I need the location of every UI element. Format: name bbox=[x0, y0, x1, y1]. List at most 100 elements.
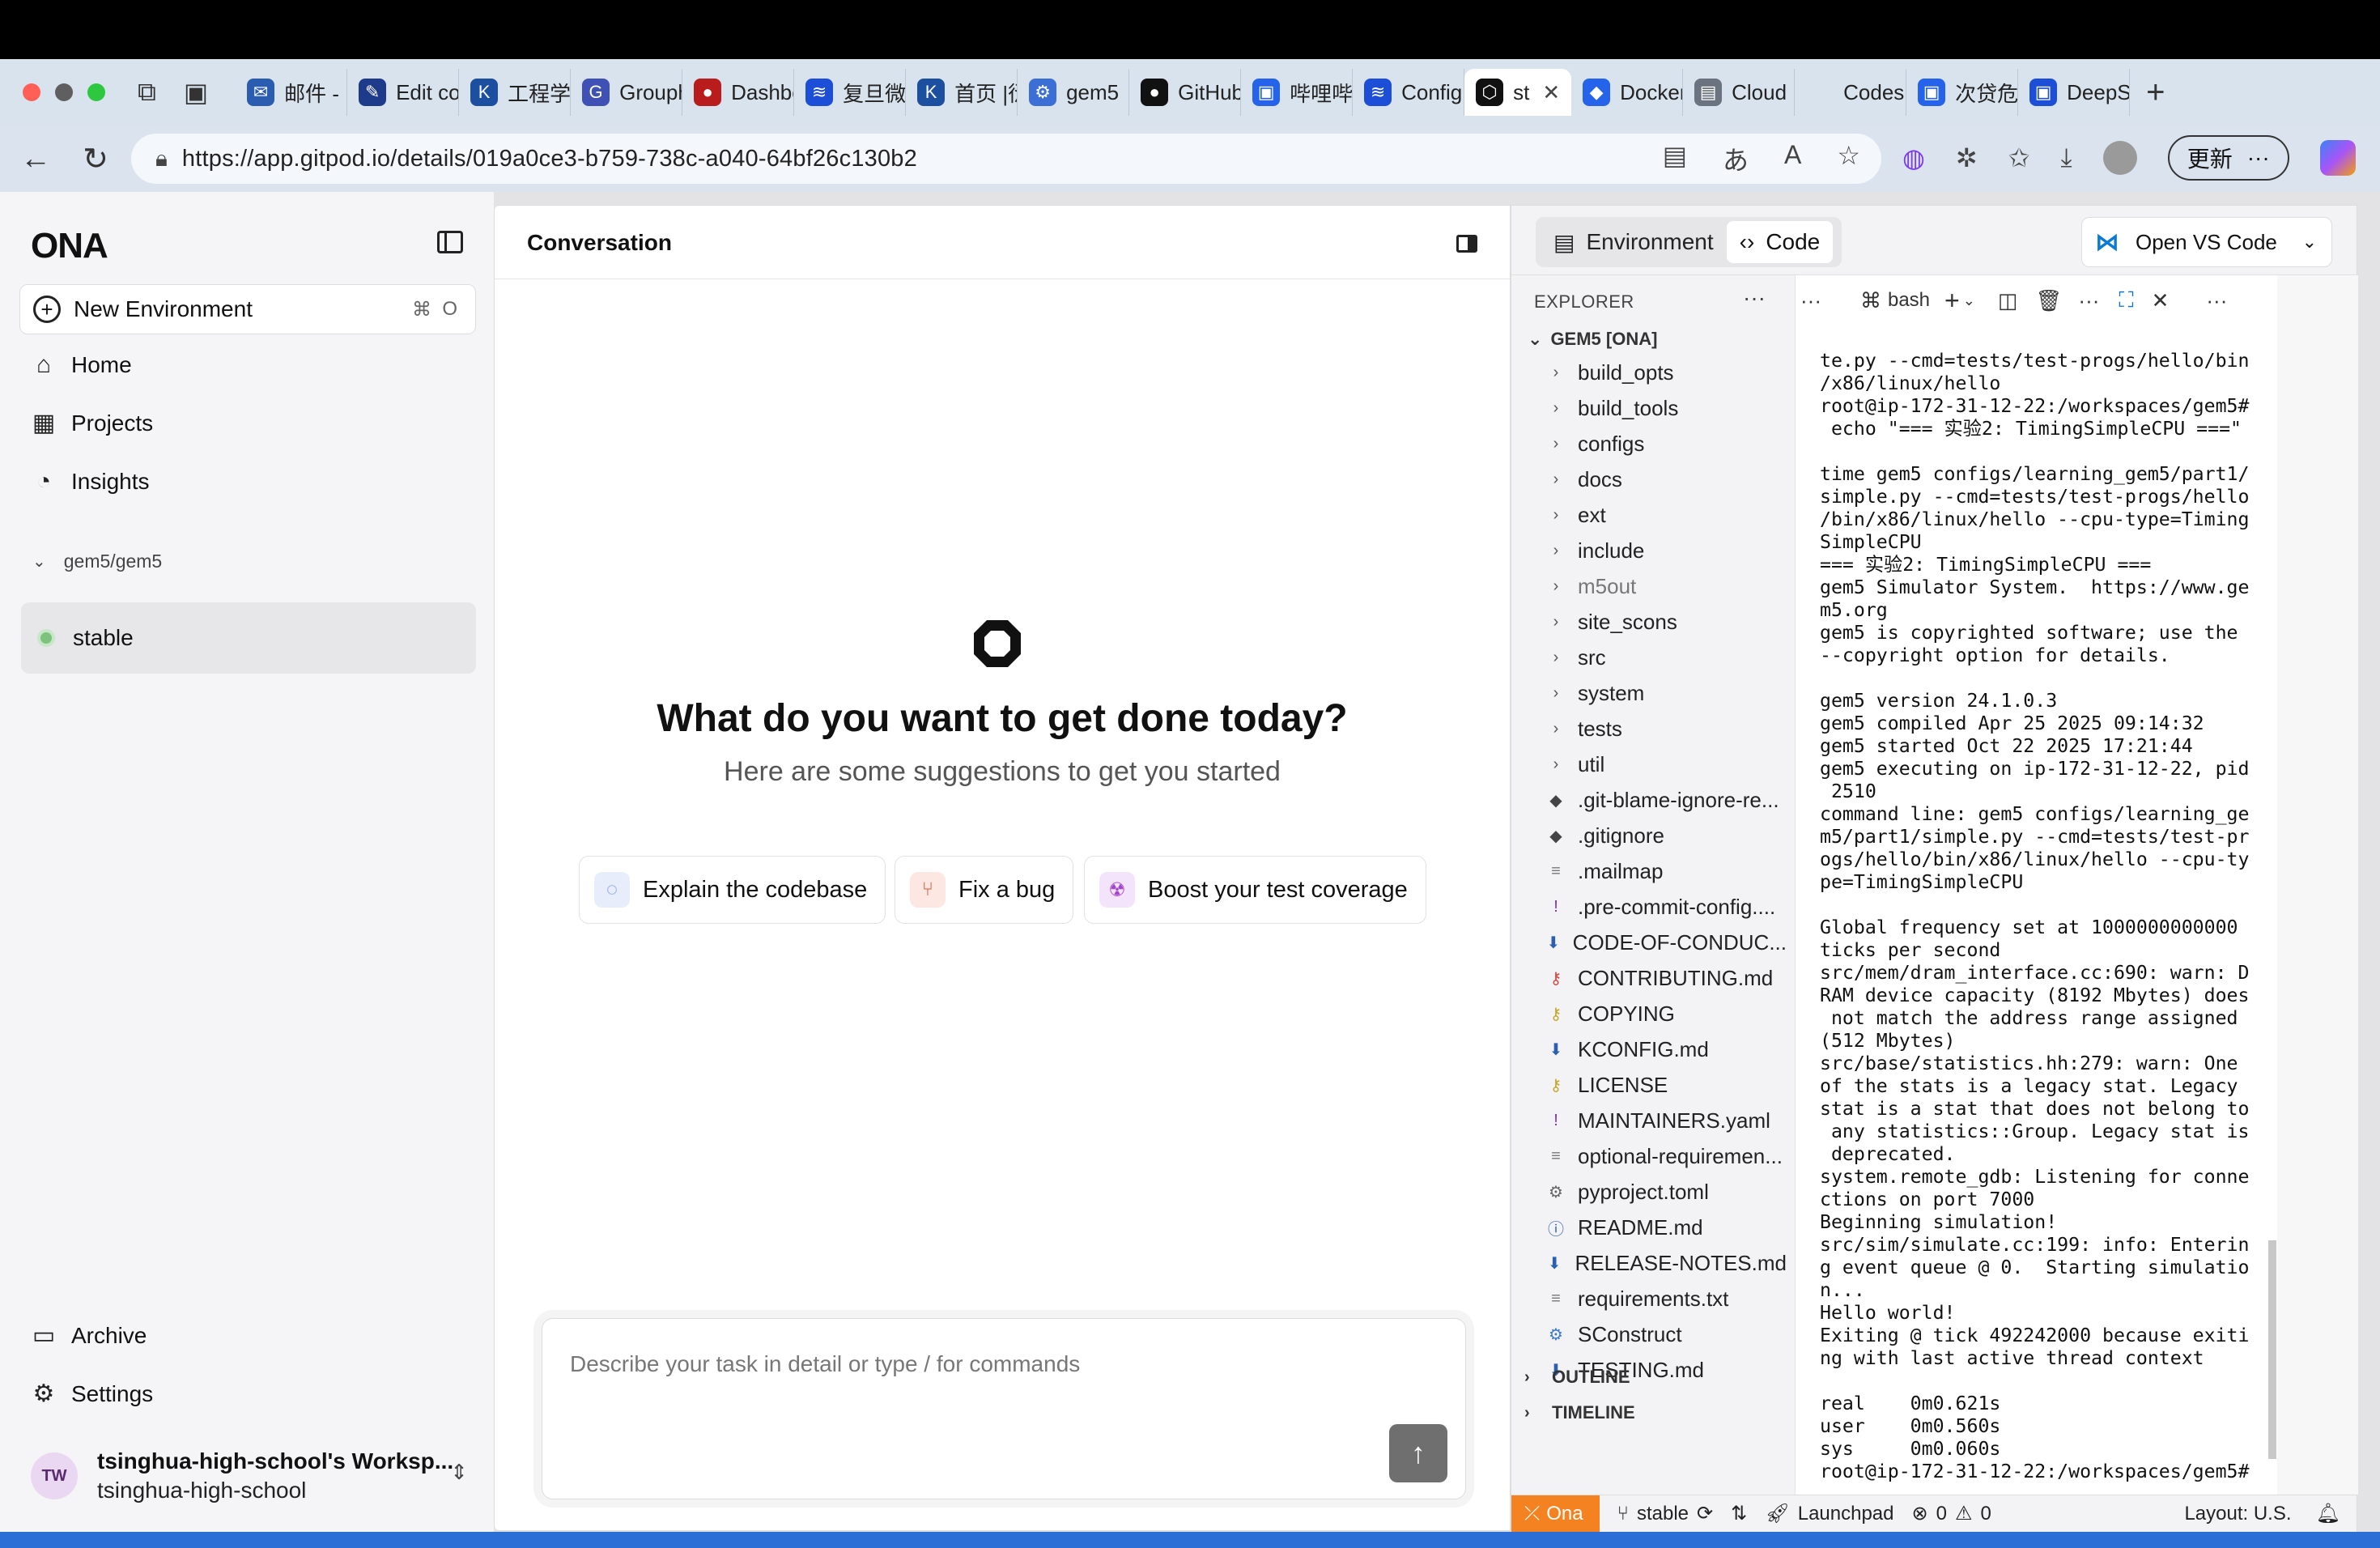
browser-tab[interactable]: ▣ DeepS bbox=[2018, 69, 2131, 116]
file-item[interactable]: ◆ .git-blame-ignore-re... bbox=[1544, 782, 1787, 818]
extensions-icon[interactable]: ✲ bbox=[1956, 142, 1978, 173]
browser-tab[interactable]: ▣ 次贷危 bbox=[1906, 69, 2019, 116]
trash-icon[interactable]: 🗑︎ bbox=[2035, 288, 2062, 313]
browser-tab[interactable]: ▤ Cloud bbox=[1683, 69, 1796, 116]
maximize-icon[interactable]: ⛶ bbox=[2119, 287, 2133, 313]
browser-tab[interactable]: Codes bbox=[1795, 69, 1907, 116]
new-terminal-icon[interactable]: + bbox=[1944, 286, 1960, 316]
browser-tab[interactable]: ✎ Edit co bbox=[347, 69, 460, 116]
browser-tab[interactable]: ⚙ gem5 bbox=[1018, 69, 1130, 116]
folder-item[interactable]: › ext bbox=[1544, 497, 1787, 533]
notifications-bell-icon[interactable]: 🔔︎ bbox=[2316, 1502, 2340, 1525]
file-item[interactable]: ◆ .gitignore bbox=[1544, 818, 1787, 853]
browser-tab[interactable]: ≋ 复旦微 bbox=[794, 69, 907, 116]
sidebar-item-insights[interactable]: ◔ Insights bbox=[31, 469, 150, 495]
file-item[interactable]: ! MAINTAINERS.yaml bbox=[1544, 1103, 1787, 1138]
file-item[interactable]: ⚙ pyproject.toml bbox=[1544, 1174, 1787, 1210]
timeline-section[interactable]: › TIMELINE bbox=[1524, 1402, 1635, 1423]
file-item[interactable]: ⬇ RELEASE-NOTES.md bbox=[1544, 1245, 1787, 1281]
update-button[interactable]: 更新 ··· bbox=[2167, 135, 2289, 181]
folder-item[interactable]: › util bbox=[1544, 746, 1787, 782]
file-item[interactable]: ≡ .mailmap bbox=[1544, 853, 1787, 889]
environment-item-stable[interactable]: stable bbox=[21, 602, 476, 674]
file-item[interactable]: ⚷ LICENSE bbox=[1544, 1067, 1787, 1103]
file-item[interactable]: ⓘ README.md bbox=[1544, 1210, 1787, 1245]
browser-tab[interactable]: ● GitHub bbox=[1129, 69, 1242, 116]
favorite-star-icon[interactable]: ☆ bbox=[1837, 140, 1860, 177]
chevron-down-icon[interactable]: ⌄ bbox=[2302, 232, 2317, 253]
reading-view-icon[interactable]: ▤ bbox=[1663, 140, 1687, 177]
folder-item[interactable]: › system bbox=[1544, 675, 1787, 711]
folder-item[interactable]: › src bbox=[1544, 640, 1787, 675]
favorites-icon[interactable]: ✩ bbox=[2008, 142, 2030, 173]
browser-tab[interactable]: K 首页 |衍 bbox=[906, 69, 1018, 116]
url-text[interactable]: https://app.gitpod.io/details/019a0ce3-b… bbox=[182, 146, 917, 172]
more-actions-icon[interactable]: ··· bbox=[2206, 288, 2227, 313]
back-button[interactable]: ← bbox=[11, 142, 60, 176]
send-button[interactable]: ↑ bbox=[1389, 1424, 1447, 1482]
open-vscode-button[interactable]: ⋈ Open VS Code ⌄ bbox=[2081, 217, 2332, 267]
folder-item[interactable]: › docs bbox=[1544, 461, 1787, 497]
file-item[interactable]: ≡ optional-requiremen... bbox=[1544, 1138, 1787, 1174]
task-composer[interactable]: Describe your task in detail or type / f… bbox=[542, 1318, 1466, 1499]
browser-tab[interactable]: ≋ Config bbox=[1353, 69, 1465, 116]
close-window-button[interactable] bbox=[23, 83, 40, 101]
source-control-indicator[interactable]: ⇅ bbox=[1731, 1502, 1747, 1525]
tab-code[interactable]: ‹› Code bbox=[1726, 221, 1834, 263]
file-item[interactable]: ⚷ CONTRIBUTING.md bbox=[1544, 960, 1787, 996]
workspace-switcher[interactable]: TW tsinghua-high-school's Worksp... tsin… bbox=[31, 1444, 468, 1508]
file-item[interactable]: ! .pre-commit-config.... bbox=[1544, 889, 1787, 925]
browser-tab[interactable]: G Grouph bbox=[571, 69, 683, 116]
browser-tab-active[interactable]: ⬡ st ✕ bbox=[1464, 69, 1572, 116]
more-actions-icon[interactable]: ··· bbox=[1743, 285, 1766, 311]
file-item[interactable]: ≡ requirements.txt bbox=[1544, 1281, 1787, 1316]
ona-logo[interactable]: ONA bbox=[31, 226, 108, 266]
sidebar-item-home[interactable]: ⌂ Home bbox=[31, 352, 132, 378]
problems-indicator[interactable]: ⊗ 0 ⚠ 0 bbox=[1912, 1502, 1991, 1525]
file-item[interactable]: ⚙ SConstruct bbox=[1544, 1316, 1787, 1352]
browser-tab[interactable]: ✉ 邮件 - l bbox=[236, 69, 348, 116]
sidebar-toggle-icon[interactable] bbox=[437, 231, 463, 253]
translate-icon[interactable]: あ bbox=[1723, 140, 1749, 177]
copilot-icon[interactable] bbox=[2319, 140, 2356, 176]
ona-remote-indicator[interactable]: ⤫ Ona bbox=[1511, 1495, 1600, 1533]
close-icon[interactable]: ✕ bbox=[2152, 288, 2170, 313]
browser-tab[interactable]: ◆ Docker bbox=[1571, 69, 1684, 116]
sidebar-item-projects[interactable]: ▦ Projects bbox=[31, 410, 153, 436]
new-environment-button[interactable]: + New Environment ⌘ O bbox=[19, 284, 476, 334]
minimize-window-button[interactable] bbox=[55, 83, 73, 101]
panel-toggle-icon[interactable] bbox=[1456, 235, 1477, 253]
site-info-icon[interactable]: 🔒︎ bbox=[155, 146, 168, 172]
explorer-root-folder[interactable]: ⌄ GEM5 [ONA] bbox=[1528, 329, 1657, 350]
workspaces-icon[interactable]: ⧉ bbox=[138, 77, 156, 108]
composer-placeholder[interactable]: Describe your task in detail or type / f… bbox=[570, 1351, 1080, 1377]
more-actions-icon[interactable]: ··· bbox=[2078, 288, 2099, 313]
terminal-output[interactable]: te.py --cmd=tests/test-progs/hello/bin /… bbox=[1820, 350, 2262, 1483]
browser-tab[interactable]: ● Dashbo bbox=[682, 69, 795, 116]
terminal-shell-label[interactable]: bash bbox=[1888, 289, 1930, 312]
folder-item[interactable]: › build_opts bbox=[1544, 355, 1787, 390]
project-group-header[interactable]: ⌄ gem5/gem5 bbox=[32, 551, 162, 572]
read-aloud-icon[interactable]: A bbox=[1784, 140, 1801, 177]
copilot-sidebar-icon[interactable]: ◍ bbox=[1902, 142, 1925, 173]
file-item[interactable]: ⬇ CODE-OF-CONDUC... bbox=[1544, 925, 1787, 960]
downloads-icon[interactable]: ⤓ bbox=[2061, 142, 2072, 173]
suggestion-fix-bug[interactable]: ⑂ Fix a bug bbox=[895, 856, 1074, 924]
tab-actions-icon[interactable]: ▣ bbox=[184, 77, 208, 108]
split-terminal-icon[interactable]: ◫ bbox=[1998, 288, 2018, 313]
address-bar[interactable]: 🔒︎ https://app.gitpod.io/details/019a0ce… bbox=[131, 134, 1881, 184]
file-item[interactable]: ⚷ COPYING bbox=[1544, 996, 1787, 1031]
sidebar-item-settings[interactable]: ⚙ Settings bbox=[31, 1381, 154, 1407]
more-actions-icon[interactable]: ··· bbox=[1800, 288, 1821, 313]
terminal-scrollbar[interactable] bbox=[2262, 325, 2278, 1459]
zoom-window-button[interactable] bbox=[87, 83, 105, 101]
sidebar-item-archive[interactable]: ▭ Archive bbox=[31, 1323, 147, 1349]
launchpad-indicator[interactable]: 🚀︎ Launchpad bbox=[1765, 1502, 1893, 1525]
browser-tab[interactable]: K 工程学 bbox=[459, 69, 572, 116]
branch-indicator[interactable]: ⑂ stable ⟳ bbox=[1617, 1502, 1714, 1525]
file-item[interactable]: ⬇ KCONFIG.md bbox=[1544, 1031, 1787, 1067]
folder-item[interactable]: › m5out bbox=[1544, 568, 1787, 604]
folder-item[interactable]: › site_scons bbox=[1544, 604, 1787, 640]
browser-tab[interactable]: ▣ 哔哩哔 bbox=[1241, 69, 1354, 116]
keyboard-layout-indicator[interactable]: Layout: U.S. bbox=[2184, 1503, 2291, 1525]
